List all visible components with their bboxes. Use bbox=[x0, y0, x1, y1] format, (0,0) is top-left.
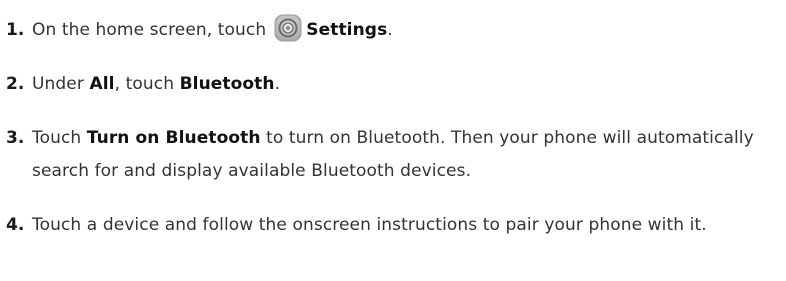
step-3: 3. Touch Turn on Bluetooth to turn on Bl… bbox=[6, 122, 782, 188]
step-text: Touch a device and follow the onscreen i… bbox=[32, 215, 707, 235]
bluetooth-label: Bluetooth bbox=[179, 74, 275, 94]
step-text-after: . bbox=[274, 74, 281, 94]
all-label: All bbox=[89, 74, 115, 94]
step-4: 4. Touch a device and follow the onscree… bbox=[6, 209, 782, 242]
step-text: Under All, touch Bluetooth. bbox=[32, 68, 782, 101]
turn-on-bluetooth-label: Turn on Bluetooth bbox=[86, 128, 261, 148]
settings-icon bbox=[274, 14, 302, 42]
step-text-middle: , touch bbox=[114, 74, 180, 94]
instruction-steps: 1. On the home screen, touch Settings. 2… bbox=[6, 14, 782, 242]
step-1: 1. On the home screen, touch Settings. bbox=[6, 14, 782, 47]
step-text: Touch Turn on Bluetooth to turn on Bluet… bbox=[32, 122, 782, 188]
step-text-after: . bbox=[387, 20, 393, 40]
step-number: 2. bbox=[6, 74, 25, 94]
step-number: 4. bbox=[6, 215, 25, 235]
step-number: 3. bbox=[6, 128, 25, 148]
step-text: On the home screen, touch Settings. bbox=[32, 14, 782, 47]
step-text-before: Under bbox=[32, 74, 90, 94]
step-text-before: Touch bbox=[32, 128, 87, 148]
step-text-before: On the home screen, touch bbox=[32, 20, 267, 40]
step-2: 2. Under All, touch Bluetooth. bbox=[6, 68, 782, 101]
step-number: 1. bbox=[6, 20, 25, 40]
settings-label: Settings bbox=[306, 20, 388, 40]
